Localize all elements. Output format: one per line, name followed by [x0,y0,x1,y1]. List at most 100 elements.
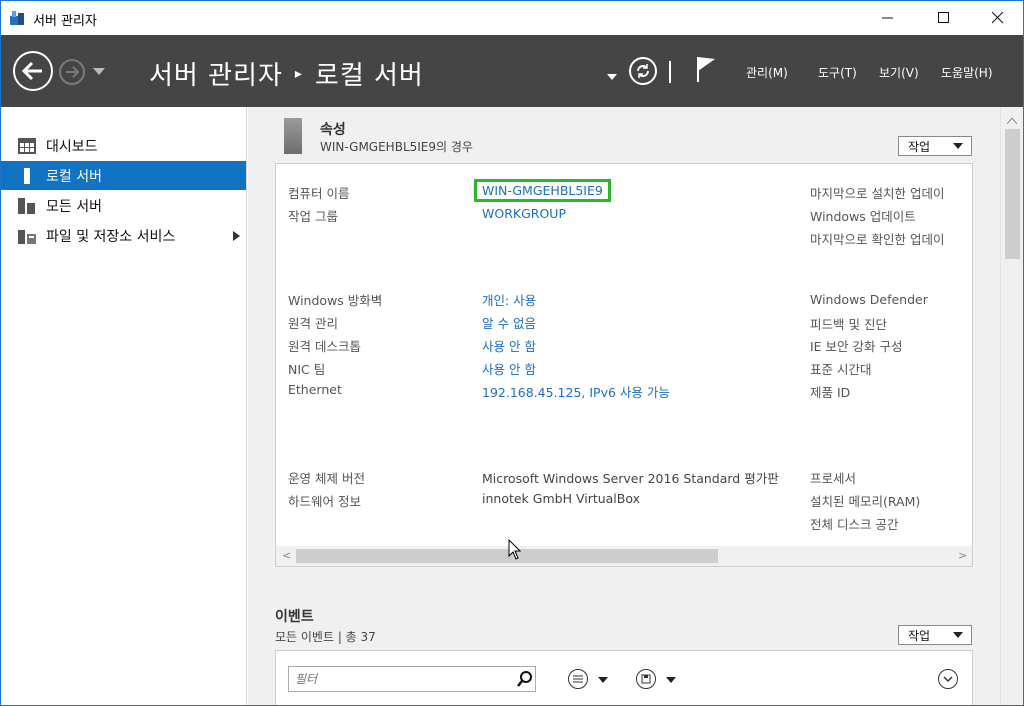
sidebar: 대시보드 로컬 서버 모든 서버 파일 및 저장소 서비스 [1,107,247,705]
computer-name-link[interactable]: WIN-GMGEHBL5IE9 [474,179,611,202]
prop-label: 표준 시간대 [810,362,872,377]
prop-label: 제품 ID [810,385,851,400]
sidebar-item-local-server[interactable]: 로컬 서버 [1,161,246,190]
prop-label: IE 보안 강화 구성 [810,339,903,354]
hardware-value: innotek GmbH VirtualBox [482,491,641,506]
list-icon [573,675,583,683]
server-manager-window: 서버 관리자 서버 관리자 ▸ 로컬 서버 관리(M) 도구(T) 보기(V) … [0,0,1024,706]
sidebar-item-label: 파일 및 저장소 서비스 [46,229,176,245]
nic-teaming-link[interactable]: 사용 안 함 [482,359,536,378]
remote-desktop-link[interactable]: 사용 안 함 [482,336,536,355]
properties-subtitle: WIN-GMGEHBL5IE9의 경우 [320,140,473,154]
dashboard-icon [18,138,36,154]
server-icon [284,118,302,154]
sidebar-item-dashboard[interactable]: 대시보드 [1,131,246,160]
save-query-button[interactable] [636,669,656,689]
app-header: 서버 관리자 ▸ 로컬 서버 관리(M) 도구(T) 보기(V) 도움말(H) [1,35,1023,107]
sidebar-item-file-storage[interactable]: 파일 및 저장소 서비스 [1,221,246,250]
firewall-link[interactable]: 개인: 사용 [482,290,536,309]
events-panel [275,650,973,705]
back-button[interactable] [13,51,53,91]
properties-title: 속성 [320,122,346,138]
maximize-button[interactable] [921,1,967,35]
menu-manage[interactable]: 관리(M) [746,64,788,81]
prop-label: Windows 방화벽 [288,293,383,308]
prop-label: 전체 디스크 공간 [810,517,899,532]
filter-input[interactable] [295,670,505,688]
prop-label: 프로세서 [810,471,857,486]
prop-label: NIC 팀 [288,362,326,377]
prop-label: 원격 관리 [288,316,338,331]
prop-label: 마지막으로 확인한 업데이 [810,232,945,247]
chevron-right-icon[interactable] [233,229,241,245]
header-divider [669,61,671,83]
breadcrumb-separator-icon: ▸ [294,65,303,82]
title-bar: 서버 관리자 [1,1,1023,35]
scroll-right-icon[interactable]: > [958,549,967,562]
scroll-left-icon[interactable]: < [282,549,291,562]
close-button[interactable] [975,1,1021,35]
expand-button[interactable] [938,669,958,689]
prop-label: Windows Defender [810,292,928,307]
sidebar-item-label: 로컬 서버 [46,169,102,185]
chevron-down-icon [943,676,953,683]
file-storage-icon [18,228,36,244]
prop-label: 마지막으로 설치한 업데이 [810,186,945,201]
prop-label: 원격 데스크톱 [288,339,361,354]
remote-management-link[interactable]: 알 수 없음 [482,313,536,332]
scroll-up-icon[interactable] [1006,113,1018,128]
breadcrumb-root[interactable]: 서버 관리자 [149,55,283,92]
menu-tools[interactable]: 도구(T) [818,64,857,81]
task-button-label: 작업 [908,628,931,643]
events-task-button[interactable]: 작업 [898,625,972,645]
mouse-pointer-icon [508,538,522,565]
main-content: 속성 WIN-GMGEHBL5IE9의 경우 작업 컴퓨터 이름 WIN-GMG… [248,107,1000,705]
search-icon[interactable] [517,671,533,691]
breadcrumb: 서버 관리자 ▸ 로컬 서버 [149,55,424,92]
menu-help[interactable]: 도움말(H) [941,64,993,81]
events-subtitle: 모든 이벤트 | 총 37 [275,630,376,644]
task-button-label: 작업 [908,139,931,154]
properties-panel: 컴퓨터 이름 WIN-GMGEHBL5IE9 작업 그룹 WORKGROUP W… [275,163,973,567]
prop-label: Ethernet [288,382,342,397]
events-title: 이벤트 [275,609,314,625]
forward-button[interactable] [59,59,85,85]
scroll-thumb[interactable] [1005,129,1020,259]
save-query-dropdown-icon[interactable] [666,677,676,683]
server-manager-app-icon [9,10,25,26]
menu-view[interactable]: 보기(V) [879,64,919,81]
os-version-value: Microsoft Windows Server 2016 Standard 평… [482,471,779,486]
prop-label: 컴퓨터 이름 [288,186,350,201]
filter-box [288,666,536,692]
arrow-right-icon [66,66,79,78]
prop-label: 피드백 및 진단 [810,317,887,332]
all-servers-icon [18,198,36,214]
prop-label: 하드웨어 정보 [288,494,361,509]
refresh-button[interactable] [629,57,657,85]
scroll-thumb[interactable] [296,549,718,563]
prop-label: 설치된 메모리(RAM) [810,494,921,509]
breadcrumb-dropdown-icon[interactable] [607,69,617,84]
sidebar-item-all-servers[interactable]: 모든 서버 [1,191,246,220]
vertical-scrollbar[interactable] [1000,107,1023,705]
chevron-down-icon [953,632,963,638]
window-title: 서버 관리자 [33,14,97,29]
save-icon [641,674,651,684]
horizontal-scrollbar[interactable]: < > [276,546,972,566]
minimize-button[interactable] [865,1,911,35]
prop-label: 작업 그룹 [288,209,338,224]
notifications-flag-icon[interactable] [695,55,717,87]
refresh-icon [637,64,649,78]
filter-options-button[interactable] [568,669,588,689]
chevron-down-icon [953,143,963,149]
properties-task-button[interactable]: 작업 [898,136,972,156]
local-server-icon [18,168,36,184]
breadcrumb-current: 로컬 서버 [314,61,424,91]
filter-options-dropdown-icon[interactable] [598,677,608,683]
prop-label: 운영 체제 버전 [288,471,365,486]
history-dropdown-icon[interactable] [93,65,105,80]
workgroup-link[interactable]: WORKGROUP [482,206,566,221]
arrow-left-icon [22,61,42,81]
ethernet-link[interactable]: 192.168.45.125, IPv6 사용 가능 [482,382,670,401]
sidebar-item-label: 모든 서버 [46,199,102,215]
